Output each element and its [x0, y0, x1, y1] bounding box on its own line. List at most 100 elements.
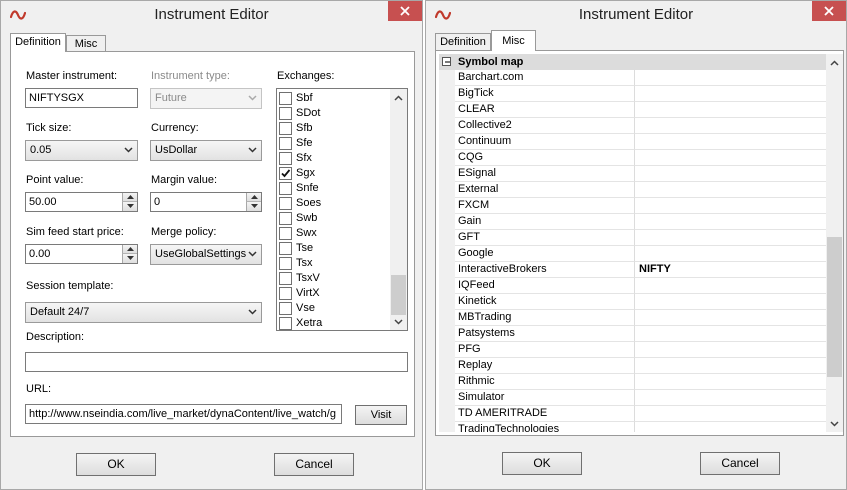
table-row[interactable]: PFG: [439, 342, 830, 358]
property-name[interactable]: TD AMERITRADE: [455, 406, 635, 422]
property-value[interactable]: [635, 246, 830, 262]
exchange-item[interactable]: Xetra: [279, 316, 387, 330]
property-value[interactable]: [635, 406, 830, 422]
tick-size-select[interactable]: 0.05: [25, 140, 138, 161]
tab-misc[interactable]: Misc: [491, 30, 536, 51]
scroll-thumb[interactable]: [827, 237, 842, 377]
table-row[interactable]: Collective2: [439, 118, 830, 134]
table-row[interactable]: InteractiveBrokers NIFTY: [439, 262, 830, 278]
table-row[interactable]: BigTick: [439, 86, 830, 102]
property-value[interactable]: [635, 70, 830, 86]
spin-up-button[interactable]: [122, 193, 137, 202]
property-value[interactable]: [635, 166, 830, 182]
property-name[interactable]: PFG: [455, 342, 635, 358]
property-value[interactable]: [635, 390, 830, 406]
table-row[interactable]: Barchart.com: [439, 70, 830, 86]
collapse-button[interactable]: [442, 57, 451, 66]
property-value[interactable]: [635, 422, 830, 432]
table-row[interactable]: FXCM: [439, 198, 830, 214]
exchange-checkbox[interactable]: [279, 167, 292, 180]
exchange-item[interactable]: Swx: [279, 226, 387, 241]
table-row[interactable]: GFT: [439, 230, 830, 246]
property-value[interactable]: [635, 118, 830, 134]
spin-down-button[interactable]: [122, 254, 137, 263]
property-name[interactable]: GFT: [455, 230, 635, 246]
property-name[interactable]: Patsystems: [455, 326, 635, 342]
exchange-checkbox[interactable]: [279, 182, 292, 195]
property-value[interactable]: [635, 326, 830, 342]
close-button[interactable]: [812, 1, 846, 21]
property-name[interactable]: FXCM: [455, 198, 635, 214]
category-row-symbol-map[interactable]: Symbol map: [439, 54, 830, 70]
exchange-checkbox[interactable]: [279, 242, 292, 255]
property-value[interactable]: [635, 102, 830, 118]
property-value[interactable]: [635, 134, 830, 150]
spin-up-button[interactable]: [246, 193, 261, 202]
exchange-item[interactable]: TsxV: [279, 271, 387, 286]
property-grid-scrollbar[interactable]: [826, 54, 843, 432]
exchange-checkbox[interactable]: [279, 212, 292, 225]
url-input[interactable]: http://www.nseindia.com/live_market/dyna…: [25, 404, 342, 424]
spin-down-button[interactable]: [122, 202, 137, 211]
exchange-checkbox[interactable]: [279, 137, 292, 150]
exchanges-scrollbar[interactable]: [390, 89, 407, 330]
property-name[interactable]: Kinetick: [455, 294, 635, 310]
visit-button[interactable]: Visit: [355, 405, 407, 425]
exchange-item[interactable]: Swb: [279, 211, 387, 226]
table-row[interactable]: Rithmic: [439, 374, 830, 390]
property-value[interactable]: [635, 198, 830, 214]
tab-definition[interactable]: Definition: [435, 33, 491, 50]
exchange-item[interactable]: Snfe: [279, 181, 387, 196]
cancel-button[interactable]: Cancel: [274, 453, 354, 476]
ok-button[interactable]: OK: [76, 453, 156, 476]
table-row[interactable]: Google: [439, 246, 830, 262]
table-row[interactable]: Continuum: [439, 134, 830, 150]
exchange-item[interactable]: Tsx: [279, 256, 387, 271]
table-row[interactable]: Replay: [439, 358, 830, 374]
tab-definition[interactable]: Definition: [10, 33, 66, 52]
exchange-item[interactable]: Sfb: [279, 121, 387, 136]
property-name[interactable]: TradingTechnologies: [455, 422, 635, 432]
merge-policy-select[interactable]: UseGlobalSettings: [150, 244, 262, 265]
exchange-checkbox[interactable]: [279, 287, 292, 300]
property-name[interactable]: MBTrading: [455, 310, 635, 326]
table-row[interactable]: CLEAR: [439, 102, 830, 118]
exchange-checkbox[interactable]: [279, 152, 292, 165]
exchange-checkbox[interactable]: [279, 272, 292, 285]
scroll-up-button[interactable]: [390, 89, 407, 106]
table-row[interactable]: Simulator: [439, 390, 830, 406]
property-name[interactable]: Barchart.com: [455, 70, 635, 86]
table-row[interactable]: Patsystems: [439, 326, 830, 342]
property-value[interactable]: [635, 358, 830, 374]
scroll-up-button[interactable]: [826, 54, 843, 71]
point-value-stepper[interactable]: 50.00: [25, 192, 138, 212]
exchange-checkbox[interactable]: [279, 257, 292, 270]
property-name[interactable]: CQG: [455, 150, 635, 166]
session-template-select[interactable]: Default 24/7: [25, 302, 262, 323]
property-value[interactable]: [635, 374, 830, 390]
property-name[interactable]: External: [455, 182, 635, 198]
property-value[interactable]: [635, 294, 830, 310]
exchange-item[interactable]: Sbf: [279, 91, 387, 106]
property-value[interactable]: [635, 182, 830, 198]
exchange-checkbox[interactable]: [279, 122, 292, 135]
exchange-item[interactable]: Sgx: [279, 166, 387, 181]
exchange-item[interactable]: Tse: [279, 241, 387, 256]
exchange-item[interactable]: SDot: [279, 106, 387, 121]
property-name[interactable]: ESignal: [455, 166, 635, 182]
margin-value-stepper[interactable]: 0: [150, 192, 262, 212]
exchange-item[interactable]: Sfx: [279, 151, 387, 166]
property-value[interactable]: [635, 86, 830, 102]
cancel-button[interactable]: Cancel: [700, 452, 780, 475]
property-name[interactable]: BigTick: [455, 86, 635, 102]
spin-down-button[interactable]: [246, 202, 261, 211]
title-bar[interactable]: Instrument Editor: [1, 1, 422, 29]
property-name[interactable]: Replay: [455, 358, 635, 374]
property-name[interactable]: InteractiveBrokers: [455, 262, 635, 278]
property-name[interactable]: Simulator: [455, 390, 635, 406]
exchange-checkbox[interactable]: [279, 317, 292, 330]
property-name[interactable]: Rithmic: [455, 374, 635, 390]
property-value[interactable]: [635, 230, 830, 246]
table-row[interactable]: TD AMERITRADE: [439, 406, 830, 422]
property-name[interactable]: Collective2: [455, 118, 635, 134]
